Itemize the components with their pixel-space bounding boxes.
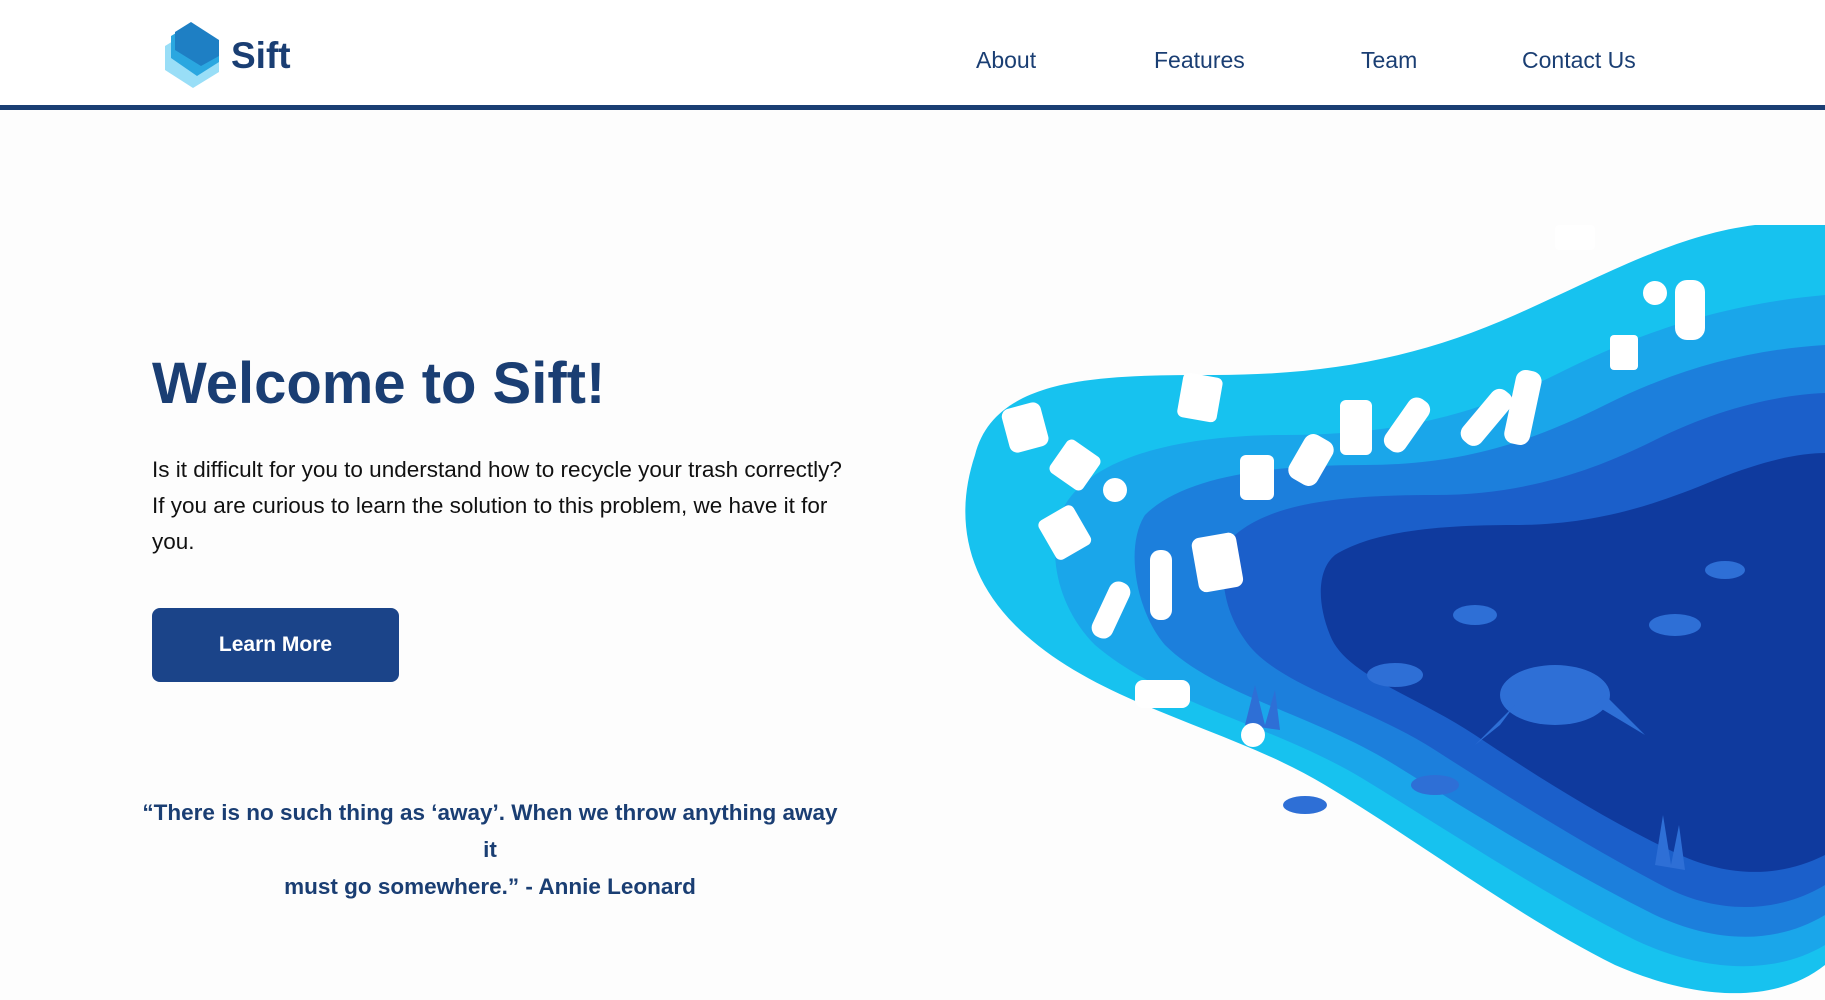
nav-team[interactable]: Team	[1361, 40, 1417, 80]
quote-block: “There is no such thing as ‘away’. When …	[140, 794, 840, 905]
main-nav: About Features Team Contact Us	[0, 40, 1825, 80]
quote-line-2: must go somewhere.” - Annie Leonard	[284, 874, 696, 899]
learn-more-button[interactable]: Learn More	[152, 608, 399, 682]
quote-line-1: “There is no such thing as ‘away’. When …	[142, 800, 838, 862]
site-header: Sift About Features Team Contact Us	[0, 0, 1825, 110]
nav-about[interactable]: About	[976, 40, 1036, 80]
nav-contact-us[interactable]: Contact Us	[1522, 40, 1636, 80]
nav-features[interactable]: Features	[1154, 40, 1245, 80]
hero-title: Welcome to Sift!	[152, 351, 606, 416]
ocean-plastic-illustration	[955, 225, 1825, 1000]
hero-description: Is it difficult for you to understand ho…	[152, 457, 842, 554]
